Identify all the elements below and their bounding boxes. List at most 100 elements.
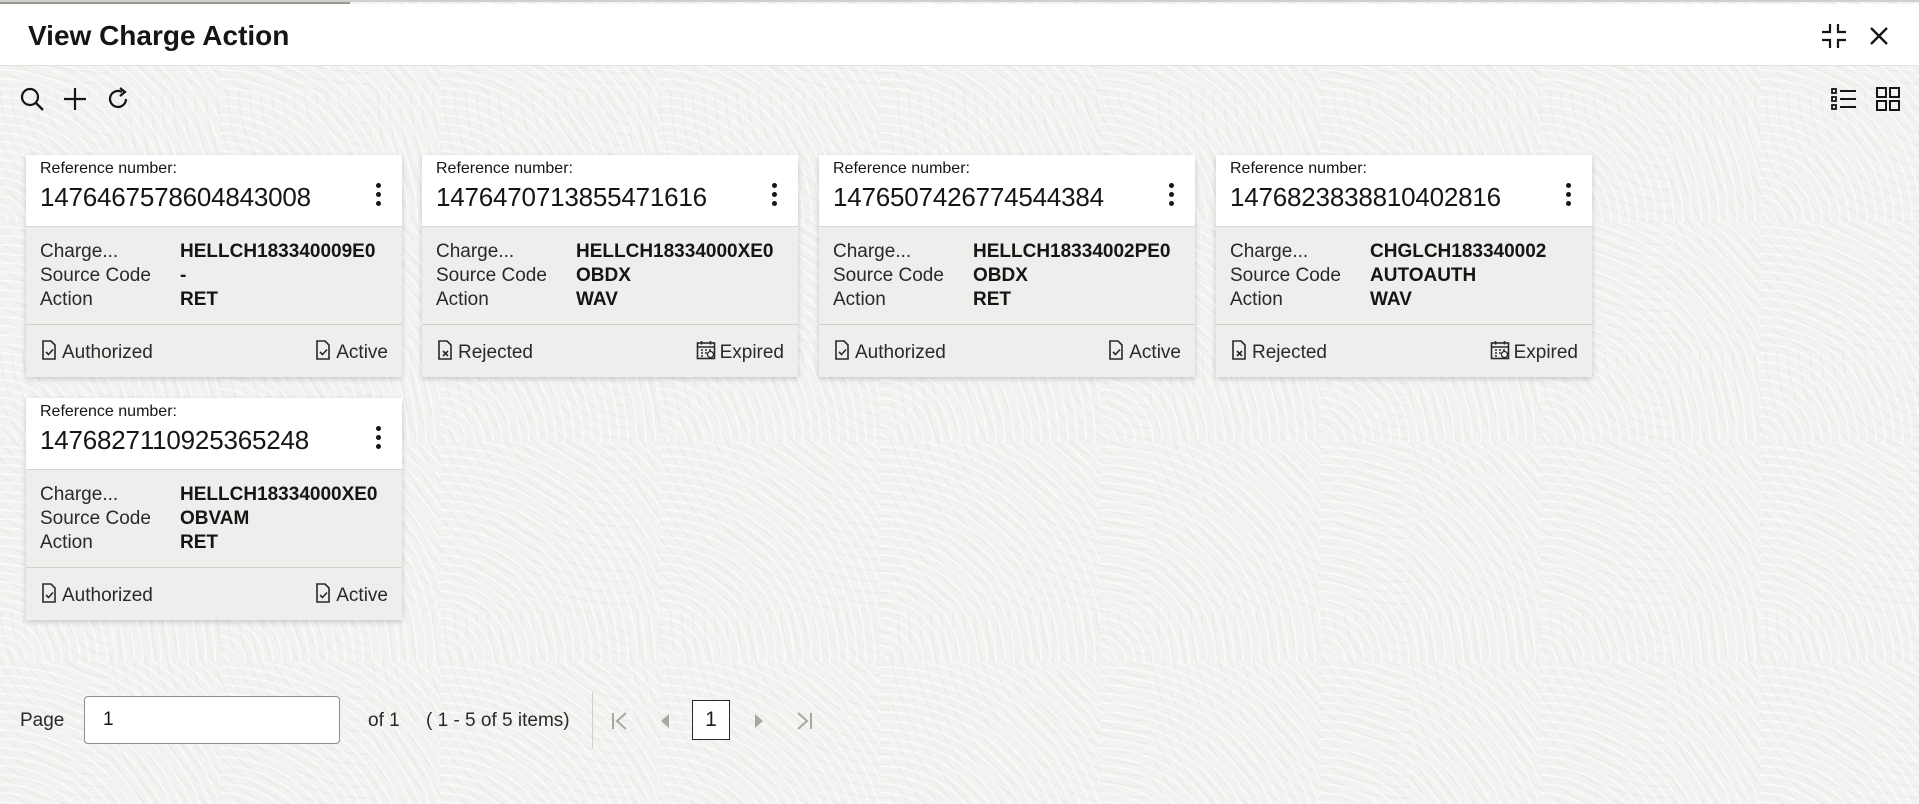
card-header: Reference number: 1476470713855471616 [422, 155, 798, 227]
first-page-icon[interactable] [607, 708, 633, 734]
reference-number: 1476827110925365248 [40, 425, 310, 455]
refresh-icon[interactable] [101, 82, 135, 116]
field-label: Action [436, 289, 489, 310]
card-body: Charge... HELLCH183340009E0 Source Code … [26, 227, 402, 325]
card-field-row: Source Code AUTOAUTH [1230, 265, 1590, 289]
more-actions-icon[interactable] [372, 183, 384, 213]
card-footer: Authorized Active [26, 325, 402, 377]
field-label: Action [40, 532, 93, 553]
list-view-icon[interactable] [1827, 82, 1861, 116]
approval-status: Rejected [436, 340, 533, 366]
pagination-bar: Page of 1 ( 1 - 5 of 5 items) 1 [0, 692, 900, 748]
record-status-label: Active [336, 585, 388, 606]
page-title: View Charge Action [28, 20, 290, 51]
next-page-icon[interactable] [746, 708, 772, 734]
card-field-row: Action WAV [1230, 289, 1590, 313]
expired-calendar-icon [696, 340, 716, 366]
card-footer: Authorized Active [26, 568, 402, 620]
more-actions-icon[interactable] [1562, 183, 1574, 213]
more-actions-icon[interactable] [1165, 183, 1177, 213]
field-value: - [180, 265, 187, 286]
approval-status-label: Authorized [855, 342, 946, 363]
field-value: RET [180, 532, 218, 553]
charge-action-card[interactable]: Reference number: 1476823838810402816 Ch… [1216, 155, 1592, 377]
field-value: WAV [1370, 289, 1412, 310]
card-field-row: Action RET [40, 289, 400, 313]
record-status: Active [1107, 340, 1181, 366]
tile-view-icon[interactable] [1871, 82, 1905, 116]
reference-label: Reference number: [436, 160, 573, 177]
field-value: HELLCH18334000XE0 [576, 241, 774, 262]
card-body: Charge... CHGLCH183340002 Source Code AU… [1216, 227, 1592, 325]
close-icon[interactable] [1863, 20, 1895, 52]
field-value: WAV [576, 289, 618, 310]
add-icon[interactable] [58, 82, 92, 116]
more-actions-icon[interactable] [768, 183, 780, 213]
more-actions-icon[interactable] [372, 426, 384, 456]
charge-action-card[interactable]: Reference number: 1476467578604843008 Ch… [26, 155, 402, 377]
reference-label: Reference number: [833, 160, 970, 177]
card-field-row: Source Code - [40, 265, 400, 289]
page-total-text: of 1 [368, 710, 400, 731]
authorized-icon [40, 583, 58, 609]
approval-status: Rejected [1230, 340, 1327, 366]
field-value: OBVAM [180, 508, 250, 529]
view-charge-action-window: View Charge Action Reference number: 147… [0, 0, 1919, 804]
record-status: Active [314, 340, 388, 366]
field-label: Source Code [40, 265, 151, 286]
reference-label: Reference number: [40, 160, 177, 177]
record-status-label: Active [336, 342, 388, 363]
field-label: Action [40, 289, 93, 310]
field-label: Charge... [436, 241, 515, 262]
card-field-row: Charge... HELLCH18334002PE0 [833, 241, 1193, 265]
field-value: HELLCH18334002PE0 [973, 241, 1171, 262]
record-status-label: Active [1129, 342, 1181, 363]
record-status-label: Expired [719, 342, 784, 363]
previous-page-icon[interactable] [652, 708, 678, 734]
charge-action-card[interactable]: Reference number: 1476470713855471616 Ch… [422, 155, 798, 377]
charge-action-card[interactable]: Reference number: 1476827110925365248 Ch… [26, 398, 402, 620]
field-label: Charge... [833, 241, 912, 262]
current-page-indicator[interactable]: 1 [692, 700, 730, 740]
reference-number: 1476507426774544384 [833, 182, 1104, 212]
field-value: CHGLCH183340002 [1370, 241, 1547, 262]
active-icon [1107, 340, 1125, 366]
approval-status: Authorized [40, 340, 153, 366]
authorized-icon [40, 340, 58, 366]
field-label: Source Code [436, 265, 547, 286]
last-page-icon[interactable] [791, 708, 817, 734]
record-status: Expired [1490, 340, 1578, 366]
charge-action-card[interactable]: Reference number: 1476507426774544384 Ch… [819, 155, 1195, 377]
reference-number: 1476470713855471616 [436, 182, 707, 212]
field-value: HELLCH183340009E0 [180, 241, 376, 262]
field-label: Source Code [40, 508, 151, 529]
search-icon[interactable] [15, 82, 49, 116]
items-range-text: ( 1 - 5 of 5 items) [426, 710, 570, 731]
field-label: Action [833, 289, 886, 310]
card-field-row: Action WAV [436, 289, 796, 313]
card-field-row: Charge... CHGLCH183340002 [1230, 241, 1590, 265]
approval-status-label: Rejected [1252, 342, 1327, 363]
approval-status-label: Authorized [62, 585, 153, 606]
authorized-icon [833, 340, 851, 366]
field-label: Charge... [40, 484, 119, 505]
field-value: AUTOAUTH [1370, 265, 1477, 286]
pagination-divider [592, 692, 593, 748]
page-number-input[interactable] [84, 696, 340, 744]
field-label: Source Code [833, 265, 944, 286]
card-body: Charge... HELLCH18334000XE0 Source Code … [422, 227, 798, 325]
card-field-row: Charge... HELLCH18334000XE0 [436, 241, 796, 265]
active-icon [314, 340, 332, 366]
window-header: View Charge Action [0, 4, 1919, 66]
reference-label: Reference number: [40, 403, 177, 420]
card-field-row: Source Code OBVAM [40, 508, 400, 532]
approval-status: Authorized [833, 340, 946, 366]
record-status: Active [314, 583, 388, 609]
minimize-icon[interactable] [1818, 20, 1850, 52]
rejected-icon [1230, 340, 1248, 366]
field-label: Action [1230, 289, 1283, 310]
field-value: HELLCH18334000XE0 [180, 484, 378, 505]
card-header: Reference number: 1476823838810402816 [1216, 155, 1592, 227]
approval-status-label: Authorized [62, 342, 153, 363]
field-label: Charge... [40, 241, 119, 262]
